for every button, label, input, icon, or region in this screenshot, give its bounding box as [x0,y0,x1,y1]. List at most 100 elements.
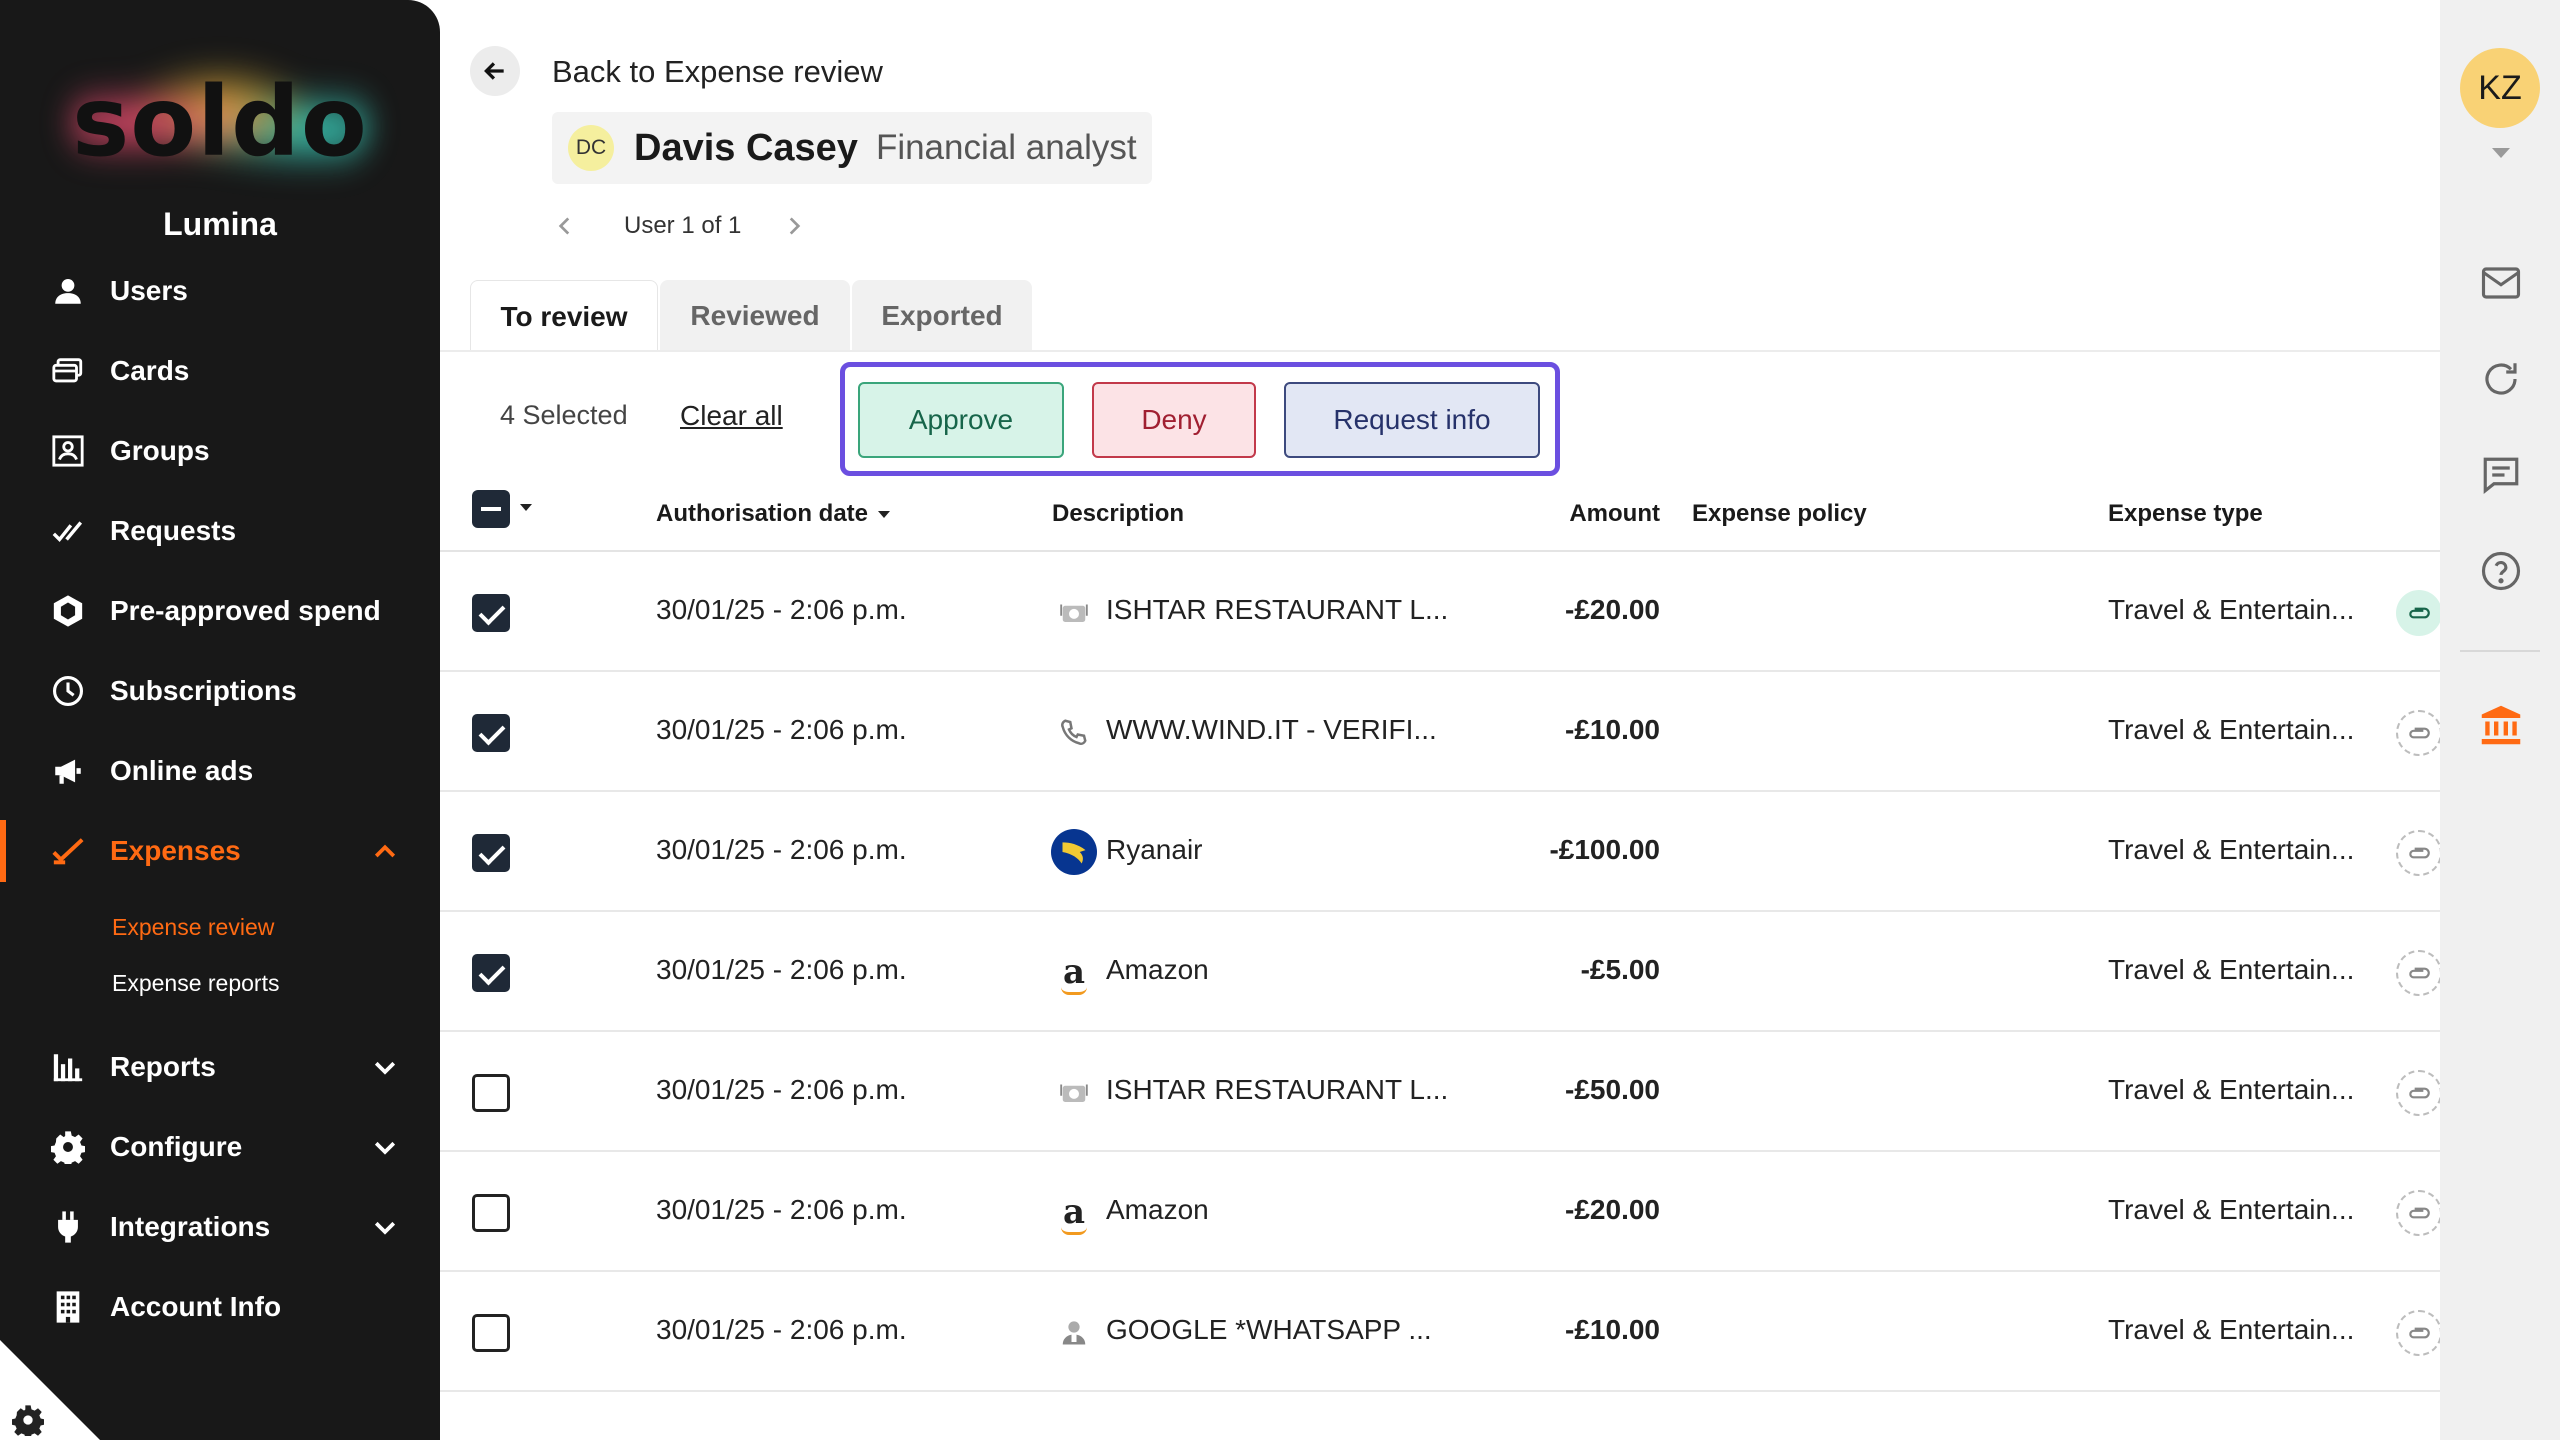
sidebar-item-integrations[interactable]: Integrations [0,1192,440,1262]
table-row[interactable]: 30/01/25 - 2:06 p.m. a Amazon -£5.00 Tra… [440,912,2442,1032]
soldo-logo[interactable]: soldo [60,48,380,198]
gear-icon [12,1405,44,1436]
approve-button[interactable]: Approve [858,382,1064,458]
tab-exported[interactable]: Exported [852,280,1032,352]
row-checkbox[interactable] [472,714,510,752]
attachment-icon[interactable] [2396,830,2442,876]
amount: -£100.00 [1549,834,1660,865]
tab-to-review[interactable]: To review [470,280,658,352]
sidebar-item-cards[interactable]: Cards [0,336,440,406]
select-all-checkbox[interactable] [472,490,510,528]
expense-type: Travel & Entertain... [2108,834,2355,865]
sidebar-subitem-expense-reports[interactable]: Expense reports [112,970,279,997]
amount: -£10.00 [1565,1314,1660,1345]
table-row[interactable]: 30/01/25 - 2:06 p.m. a Amazon -£20.00 Tr… [440,1152,2442,1272]
user-icon [48,271,88,311]
chevron-down-icon[interactable] [370,1132,400,1162]
building-icon [48,1287,88,1327]
expense-type: Travel & Entertain... [2108,714,2355,745]
table-row[interactable]: 30/01/25 - 2:06 p.m. WWW.WIND.IT - VERIF… [440,672,2442,792]
sort-caret-icon [878,511,891,519]
plug-icon [48,1207,88,1247]
person-icon [1050,1308,1098,1356]
chat-icon[interactable] [2478,452,2524,498]
attachment-icon[interactable] [2396,1190,2442,1236]
row-checkbox[interactable] [472,1074,510,1112]
table-header: Authorisation date Description Amount Ex… [440,490,2440,550]
phone-icon [1050,708,1098,756]
help-icon[interactable] [2478,548,2524,594]
review-tabs: To review Reviewed Exported [470,280,1034,352]
table-row[interactable]: 30/01/25 - 2:06 p.m. GOOGLE *WHATSAPP ..… [440,1272,2442,1392]
table-row[interactable]: 30/01/25 - 2:06 p.m. ISHTAR RESTAURANT L… [440,552,2442,672]
settings-corner[interactable] [0,1340,100,1440]
main-content: Back to Expense review DC Davis Casey Fi… [440,0,2442,1440]
attachment-icon[interactable] [2396,710,2442,756]
pager-label: User 1 of 1 [624,212,742,239]
sidebar-item-account-info[interactable]: Account Info [0,1272,440,1342]
sidebar-item-groups[interactable]: Groups [0,416,440,486]
chevron-down-icon[interactable] [2492,148,2510,158]
expense-type: Travel & Entertain... [2108,594,2355,625]
expense-type: Travel & Entertain... [2108,954,2355,985]
refresh-icon[interactable] [2478,356,2524,402]
chevron-left-icon[interactable] [552,213,578,239]
column-authorisation-date[interactable]: Authorisation date [656,500,891,528]
tab-reviewed[interactable]: Reviewed [660,280,850,352]
chevron-down-icon[interactable] [370,1052,400,1082]
authorisation-date: 30/01/25 - 2:06 p.m. [656,594,907,625]
sidebar-subitem-expense-review[interactable]: Expense review [112,914,274,941]
sidebar-item-reports[interactable]: Reports [0,1032,440,1102]
groups-icon [48,431,88,471]
chevron-down-icon[interactable] [370,1212,400,1242]
mail-icon[interactable] [2478,260,2524,306]
sidebar-item-label: Online ads [110,755,254,786]
attachment-icon[interactable] [2396,1070,2442,1116]
sidebar-item-online-ads[interactable]: Online ads [0,736,440,806]
row-checkbox[interactable] [472,594,510,632]
sidebar-item-configure[interactable]: Configure [0,1112,440,1182]
clear-all-link[interactable]: Clear all [680,400,783,432]
description: GOOGLE *WHATSAPP ... [1106,1314,1432,1345]
description: Amazon [1106,1194,1209,1225]
row-checkbox[interactable] [472,1194,510,1232]
sidebar-item-requests[interactable]: Requests [0,496,440,566]
sidebar-item-users[interactable]: Users [0,256,440,326]
attachment-icon[interactable] [2396,590,2442,636]
sidebar-item-label: Expenses [110,835,241,866]
sidebar-item-label: Users [110,275,188,306]
select-menu-caret-icon[interactable] [520,504,532,511]
deny-button[interactable]: Deny [1092,382,1256,458]
back-button[interactable] [470,46,520,96]
sidebar-item-pre-approved-spend[interactable]: Pre-approved spend [0,576,440,646]
arrow-left-icon [484,62,504,80]
chevron-up-icon[interactable] [370,836,400,866]
attachment-icon[interactable] [2396,1310,2442,1356]
amazon-icon: a [1050,948,1098,996]
authorisation-date: 30/01/25 - 2:06 p.m. [656,834,907,865]
requests-icon [48,511,88,551]
sidebar-item-subscriptions[interactable]: Subscriptions [0,656,440,726]
bank-icon[interactable] [2478,702,2524,748]
attachment-icon[interactable] [2396,950,2442,996]
account-avatar[interactable]: KZ [2460,48,2540,128]
column-label: Authorisation date [656,500,869,527]
table-row[interactable]: 30/01/25 - 2:06 p.m. ISHTAR RESTAURANT L… [440,1032,2442,1152]
amount: -£10.00 [1565,714,1660,745]
chevron-right-icon[interactable] [781,213,807,239]
sidebar-item-label: Subscriptions [110,675,297,706]
expense-type: Travel & Entertain... [2108,1074,2355,1105]
sidebar-item-expenses[interactable]: Expenses [0,816,440,886]
amount: -£5.00 [1580,954,1660,985]
sidebar: soldo Lumina Users Cards Groups Requests… [0,0,440,1440]
row-checkbox[interactable] [472,1314,510,1352]
request-info-button[interactable]: Request info [1284,382,1540,458]
sidebar-item-label: Cards [110,355,190,386]
cards-icon [48,351,88,391]
row-checkbox[interactable] [472,954,510,992]
authorisation-date: 30/01/25 - 2:06 p.m. [656,954,907,985]
description: ISHTAR RESTAURANT L... [1106,1074,1449,1105]
table-row[interactable]: 30/01/25 - 2:06 p.m. Ryanair -£100.00 Tr… [440,792,2442,912]
row-checkbox[interactable] [472,834,510,872]
back-link-label[interactable]: Back to Expense review [552,54,883,90]
